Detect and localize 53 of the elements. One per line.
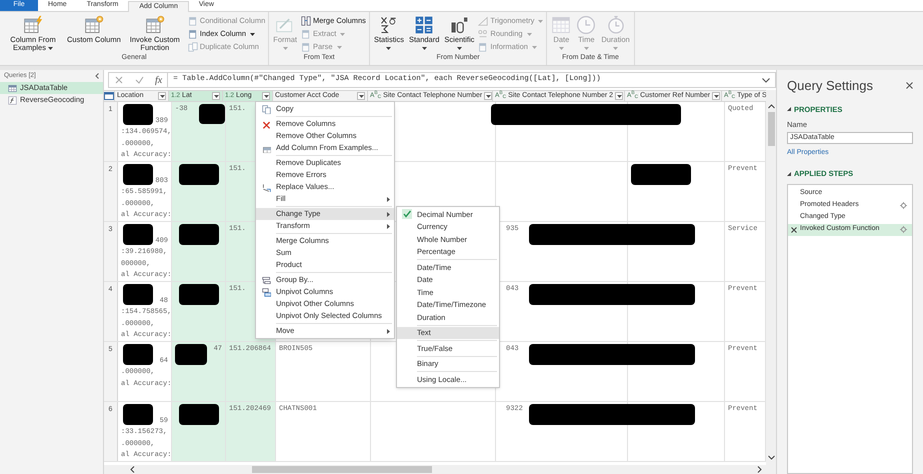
calendar-icon <box>551 15 572 35</box>
caret-icon <box>616 94 622 98</box>
cross-icon <box>262 120 270 128</box>
filter-button[interactable] <box>712 92 720 100</box>
gear-icon[interactable] <box>900 202 907 210</box>
check-icon[interactable] <box>135 76 144 84</box>
scrollbar-thumb[interactable] <box>768 112 774 146</box>
triangle-icon <box>478 16 488 26</box>
pane-title: Query Settings <box>787 77 873 95</box>
filter-button[interactable] <box>262 92 270 100</box>
caret-icon <box>214 94 218 98</box>
table-menu-icon[interactable] <box>104 92 114 100</box>
stopwatch-icon <box>606 15 626 35</box>
two-columns-icon <box>188 42 198 52</box>
caret-icon <box>160 94 164 98</box>
filter-button[interactable] <box>158 92 166 100</box>
rounding-icon <box>478 29 488 39</box>
copy-icon <box>262 104 270 114</box>
table-gear-icon <box>84 15 104 35</box>
collapse-icon[interactable] <box>95 73 99 79</box>
caret-icon <box>264 94 268 98</box>
column-icon <box>301 42 311 52</box>
merge-columns-icon <box>301 16 311 26</box>
scrollbar-thumb[interactable] <box>252 466 432 473</box>
caret-icon <box>714 94 719 98</box>
filter-button[interactable] <box>212 92 220 100</box>
scroll-up-icon[interactable] <box>768 104 774 109</box>
filter-button[interactable] <box>615 92 624 100</box>
collapse-icon[interactable] <box>787 172 791 176</box>
table-gear-icon <box>144 15 165 35</box>
calculator-icon <box>414 15 434 35</box>
unpivot-icon <box>262 288 270 296</box>
function-icon <box>8 96 17 104</box>
table-icon <box>8 84 17 92</box>
column-icon <box>188 29 198 39</box>
expand-icon[interactable] <box>762 78 770 82</box>
scroll-down-icon[interactable] <box>768 455 774 460</box>
caret-icon <box>358 94 364 98</box>
scroll-right-icon[interactable] <box>757 466 762 473</box>
replace-values-icon <box>262 182 270 192</box>
collapse-icon[interactable] <box>787 107 791 112</box>
close-icon[interactable] <box>906 82 913 90</box>
column-icon <box>188 16 198 26</box>
filter-button[interactable] <box>484 92 492 100</box>
filter-button[interactable] <box>357 92 365 100</box>
column-icon <box>301 29 311 39</box>
clock-icon <box>576 15 596 35</box>
scroll-left-icon[interactable] <box>130 466 135 473</box>
caret-icon <box>486 94 491 98</box>
column-icon <box>478 42 488 52</box>
delete-icon[interactable] <box>791 226 797 233</box>
group-icon <box>262 276 270 284</box>
function-button[interactable]: fx <box>155 72 162 88</box>
